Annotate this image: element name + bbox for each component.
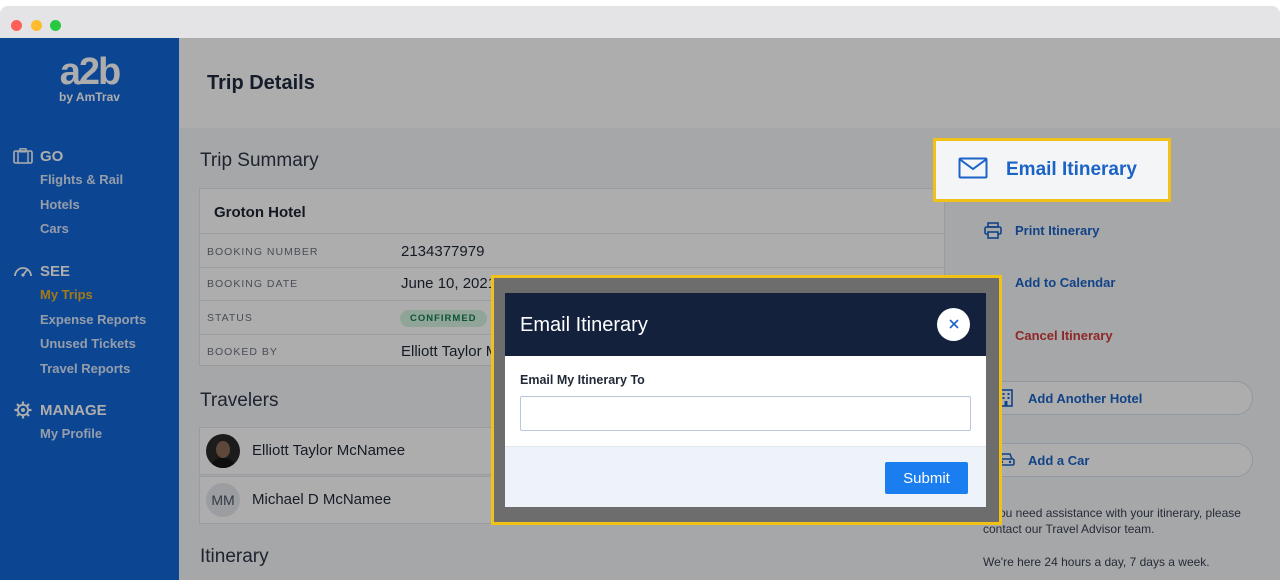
submit-button[interactable]: Submit <box>885 462 968 494</box>
modal-close-button[interactable] <box>937 308 970 341</box>
email-itinerary-link[interactable]: Email Itinerary <box>933 138 1171 202</box>
browser-window: a2b by AmTrav GO Flights & Rail Hotels C… <box>0 6 1280 580</box>
close-icon <box>948 316 959 334</box>
maximize-window-button[interactable] <box>50 20 61 31</box>
close-window-button[interactable] <box>11 20 22 31</box>
modal-header: Email Itinerary <box>505 293 986 356</box>
modal-title: Email Itinerary <box>520 314 648 336</box>
email-itinerary-modal: Email Itinerary Email My Itinerary To Su… <box>505 293 986 507</box>
modal-footer: Submit <box>505 446 986 507</box>
minimize-window-button[interactable] <box>31 20 42 31</box>
envelope-icon <box>958 157 988 184</box>
window-titlebar <box>0 6 1280 38</box>
email-field-label: Email My Itinerary To <box>520 373 645 387</box>
email-itinerary-label: Email Itinerary <box>1006 159 1137 180</box>
email-field[interactable] <box>520 396 971 431</box>
